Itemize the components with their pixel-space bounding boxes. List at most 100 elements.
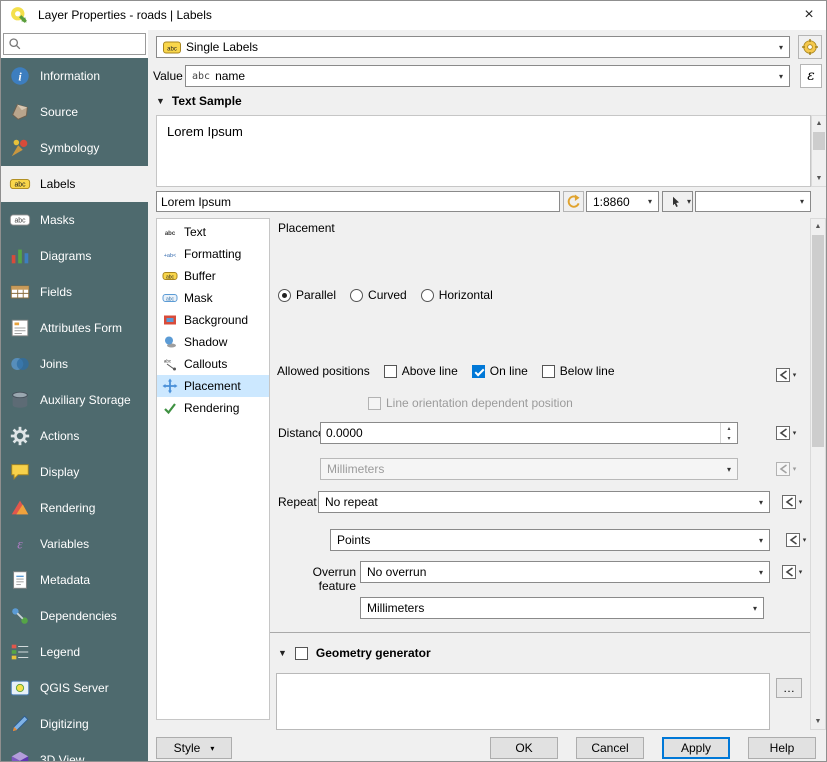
scroll-up-icon[interactable]: ▲ <box>812 116 826 131</box>
tab-callouts[interactable]: abc Callouts <box>157 353 269 375</box>
sidebar-item-label: 3D View <box>40 753 84 762</box>
distance-units-combo: Millimeters ▾ <box>320 458 738 480</box>
radio-parallel[interactable]: Parallel <box>278 288 336 302</box>
radio-icon <box>421 289 434 302</box>
spin-down-icon[interactable]: ▾ <box>721 433 737 443</box>
overrun-units-combo[interactable]: Millimeters ▾ <box>360 597 764 619</box>
sidebar-item-dependencies[interactable]: Dependencies <box>0 598 148 634</box>
tab-background[interactable]: Background <box>157 309 269 331</box>
sidebar-item-rendering[interactable]: Rendering <box>0 490 148 526</box>
distance-spinbox[interactable]: ▴ ▾ <box>320 422 738 444</box>
search-input[interactable] <box>26 37 142 51</box>
labels-icon: abc <box>8 172 32 196</box>
sample-scrollbar[interactable]: ▲ ▼ <box>811 115 827 187</box>
masks-icon: abc <box>8 208 32 232</box>
scrollbar-thumb[interactable] <box>813 132 825 150</box>
sidebar-item-label: Fields <box>40 285 72 299</box>
geometry-generator-expression[interactable] <box>276 673 770 730</box>
tab-buffer[interactable]: abc Buffer <box>157 265 269 287</box>
sidebar-item-variables[interactable]: ε Variables <box>0 526 148 562</box>
labels-page: abc Single Labels ▾ Value abc name ▾ ε ▼… <box>148 30 827 762</box>
sample-text-input[interactable] <box>156 191 560 212</box>
reset-sample-button[interactable] <box>563 191 584 212</box>
override-icon <box>774 424 792 442</box>
tab-rendering[interactable]: Rendering <box>157 397 269 419</box>
radio-curved[interactable]: Curved <box>350 288 407 302</box>
tab-shadow[interactable]: Shadow <box>157 331 269 353</box>
mask-icon: abc <box>162 290 178 306</box>
auto-placement-settings-button[interactable] <box>798 35 822 59</box>
distance-units-value: Millimeters <box>327 462 722 476</box>
sidebar-item-actions[interactable]: Actions <box>0 418 148 454</box>
checkbox-on-line[interactable]: On line <box>472 364 528 378</box>
cancel-button[interactable]: Cancel <box>576 737 644 759</box>
style-menu-button[interactable]: Style ▾ <box>156 737 232 759</box>
override-icon <box>774 366 792 384</box>
placement-panel: Placement Parallel Curved Horizontal All… <box>270 218 810 730</box>
geometry-expression-button[interactable]: … <box>776 678 802 698</box>
geometry-generator-title: Geometry generator <box>316 646 431 660</box>
scale-value: 1:8860 <box>593 195 643 209</box>
sidebar-item-3d-view[interactable]: 3D View <box>0 742 148 762</box>
tab-formatting[interactable]: +ab< Formatting <box>157 243 269 265</box>
close-button[interactable]: × <box>791 0 827 30</box>
sidebar-item-attributes-form[interactable]: Attributes Form <box>0 310 148 346</box>
sidebar-item-source[interactable]: Source <box>0 94 148 130</box>
distance-input[interactable] <box>321 423 720 443</box>
sidebar-item-information[interactable]: i Information <box>0 58 148 94</box>
checkbox-below-line[interactable]: Below line <box>542 364 615 378</box>
sidebar-item-display[interactable]: Display <box>0 454 148 490</box>
help-button[interactable]: Help <box>748 737 816 759</box>
data-defined-override-button[interactable]: ▾ <box>770 422 800 444</box>
chevron-down-icon: ▾ <box>727 465 731 474</box>
data-defined-override-button[interactable]: ▾ <box>776 561 806 583</box>
expression-builder-button[interactable]: ε <box>800 64 822 88</box>
geometry-generator-header[interactable]: ▼ Geometry generator <box>278 646 431 660</box>
data-defined-override-button: ▾ <box>770 458 800 480</box>
tab-label: Mask <box>184 291 213 305</box>
scroll-up-icon[interactable]: ▲ <box>811 219 825 234</box>
radio-horizontal[interactable]: Horizontal <box>421 288 493 302</box>
spin-up-icon[interactable]: ▴ <box>721 423 737 433</box>
sidebar-item-labels[interactable]: abc Labels <box>0 166 148 202</box>
ok-button[interactable]: OK <box>490 737 558 759</box>
sidebar-item-diagrams[interactable]: Diagrams <box>0 238 148 274</box>
sidebar-item-label: Legend <box>40 645 80 659</box>
text-sample-section-header[interactable]: ▼ Text Sample <box>156 94 242 108</box>
sidebar-item-digitizing[interactable]: Digitizing <box>0 706 148 742</box>
sidebar-item-label: Actions <box>40 429 79 443</box>
sidebar-item-metadata[interactable]: Metadata <box>0 562 148 598</box>
background-icon <box>162 312 178 328</box>
sidebar-item-fields[interactable]: Fields <box>0 274 148 310</box>
repeat-combo[interactable]: No repeat ▾ <box>318 491 770 513</box>
overrun-combo[interactable]: No overrun ▾ <box>360 561 770 583</box>
preview-background-combo[interactable]: ▾ <box>695 191 811 212</box>
tab-mask[interactable]: abc Mask <box>157 287 269 309</box>
sidebar-item-joins[interactable]: Joins <box>0 346 148 382</box>
sidebar-item-qgis-server[interactable]: QGIS Server <box>0 670 148 706</box>
chevron-down-icon: ▾ <box>779 72 783 81</box>
map-settings-button[interactable]: ▾ <box>662 191 693 212</box>
sidebar-item-legend[interactable]: Legend <box>0 634 148 670</box>
checkbox-above-line[interactable]: Above line <box>384 364 458 378</box>
sidebar-item-masks[interactable]: abc Masks <box>0 202 148 238</box>
preview-scale-combo[interactable]: 1:8860 ▾ <box>586 191 659 212</box>
geometry-generator-checkbox[interactable] <box>295 647 308 660</box>
value-field-combo[interactable]: abc name ▾ <box>185 65 790 87</box>
spin-arrows[interactable]: ▴ ▾ <box>720 423 737 443</box>
sidebar-item-symbology[interactable]: Symbology <box>0 130 148 166</box>
repeat-units-combo[interactable]: Points ▾ <box>330 529 770 551</box>
scrollbar-thumb[interactable] <box>812 235 824 447</box>
data-defined-override-button[interactable]: ▾ <box>780 529 810 551</box>
tab-placement[interactable]: Placement <box>157 375 269 397</box>
tab-text[interactable]: abc Text <box>157 221 269 243</box>
panel-scrollbar[interactable]: ▲ ▼ <box>810 218 826 730</box>
text-sample-preview: Lorem Ipsum <box>156 115 811 187</box>
sidebar-item-auxiliary-storage[interactable]: Auxiliary Storage <box>0 382 148 418</box>
data-defined-override-button[interactable]: ▾ <box>770 364 800 386</box>
labeling-mode-combo[interactable]: abc Single Labels ▾ <box>156 36 790 58</box>
apply-button[interactable]: Apply <box>662 737 730 759</box>
data-defined-override-button[interactable]: ▾ <box>776 491 806 513</box>
scroll-down-icon[interactable]: ▼ <box>812 171 826 186</box>
scroll-down-icon[interactable]: ▼ <box>811 714 825 729</box>
